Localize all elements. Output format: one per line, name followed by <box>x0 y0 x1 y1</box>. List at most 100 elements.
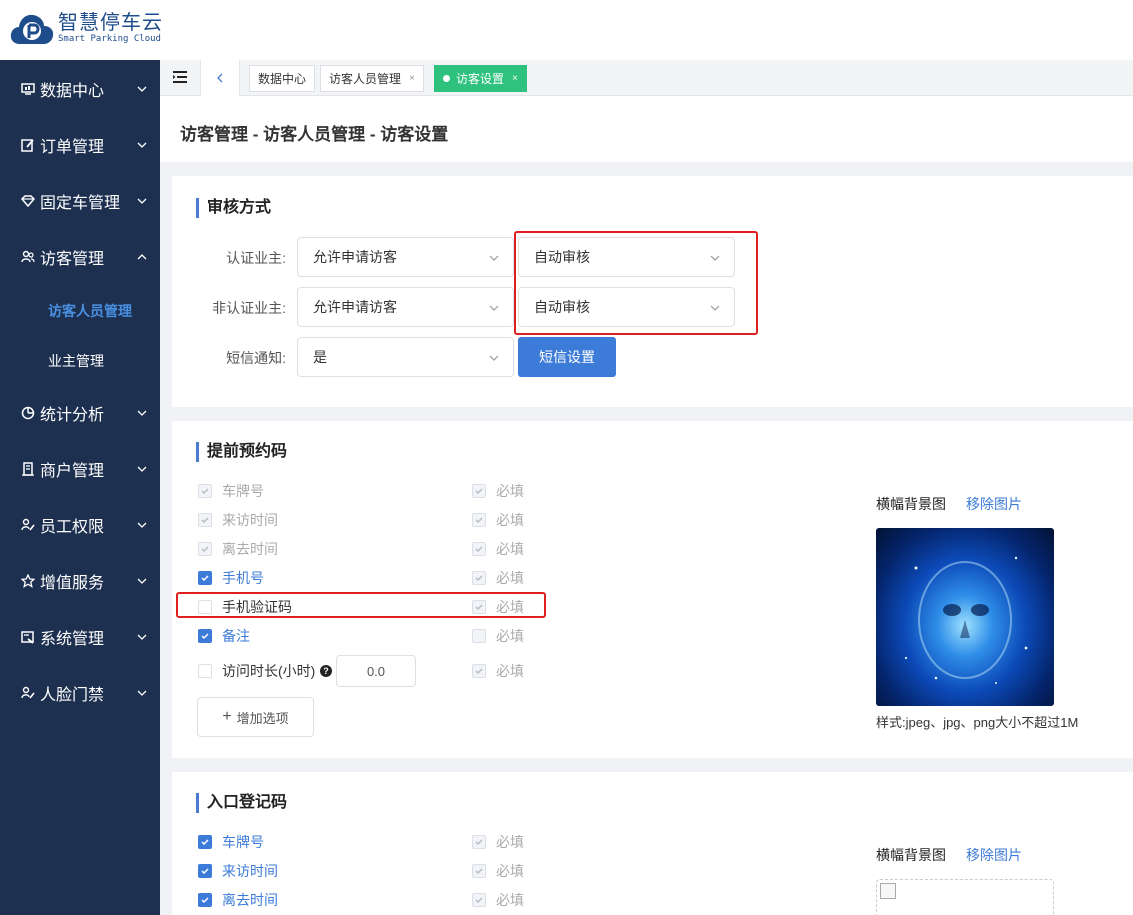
checkbox[interactable] <box>472 893 486 907</box>
checkbox[interactable] <box>472 629 486 643</box>
required-row-visit-time[interactable]: 必填 <box>472 510 524 530</box>
sidebar-item-data-center[interactable]: 数据中心 <box>0 69 160 109</box>
help-icon[interactable]: ? <box>320 665 332 677</box>
active-dot-icon <box>443 75 450 82</box>
field-label: 手机验证码 <box>222 599 292 615</box>
users-icon <box>21 250 35 264</box>
checkbox[interactable] <box>198 571 212 585</box>
required-label: 必填 <box>496 892 524 908</box>
tab-data-center[interactable]: 数据中心 <box>249 65 316 92</box>
sidebar-item-orders[interactable]: 订单管理 <box>0 125 160 165</box>
field-row-leave-time[interactable]: 离去时间 <box>198 890 278 910</box>
add-option-button[interactable]: + 增加选项 <box>197 697 314 737</box>
certified-owner-apply-select[interactable]: 允许申请访客 <box>297 237 514 277</box>
sidebar-item-value-added[interactable]: 增值服务 <box>0 561 160 601</box>
field-row-remark[interactable]: 备注 <box>198 626 250 646</box>
sidebar-sub-item-visitor-people[interactable]: 访客人员管理 <box>0 291 160 331</box>
tab-label: 访客人员管理 <box>329 72 402 86</box>
checkbox[interactable] <box>198 864 212 878</box>
field-row-visit-time[interactable]: 来访时间 <box>198 510 278 530</box>
advance-code-card: 提前预约码 车牌号 必填 来访时间 必填 离去时间 必填 手机号 必填 手机验证… <box>172 421 1133 758</box>
required-row-remark[interactable]: 必填 <box>472 626 524 646</box>
chevron-down-icon <box>489 255 499 261</box>
uncertified-owner-apply-select[interactable]: 允许申请访客 <box>297 287 514 327</box>
chevron-down-icon <box>137 690 147 696</box>
sidebar-sub-item-owners[interactable]: 业主管理 <box>0 341 160 381</box>
remove-image-link[interactable]: 移除图片 <box>966 494 1022 514</box>
chevron-down-icon <box>137 142 147 148</box>
field-row-plate[interactable]: 车牌号 <box>198 832 264 852</box>
close-icon[interactable]: × <box>409 73 415 84</box>
field-row-leave-time[interactable]: 离去时间 <box>198 539 278 559</box>
sms-notify-select[interactable]: 是 <box>297 337 514 377</box>
face-icon <box>21 686 35 700</box>
select-value: 允许申请访客 <box>313 299 397 315</box>
checkbox[interactable] <box>472 571 486 585</box>
checkbox[interactable] <box>472 600 486 614</box>
banner-background-image[interactable] <box>876 528 1054 706</box>
field-row-visit-time[interactable]: 来访时间 <box>198 861 278 881</box>
sidebar-item-merchants[interactable]: 商户管理 <box>0 449 160 489</box>
required-row-visit-time[interactable]: 必填 <box>472 861 524 881</box>
remove-image-link[interactable]: 移除图片 <box>966 845 1022 865</box>
sidebar-item-statistics[interactable]: 统计分析 <box>0 393 160 433</box>
checkbox[interactable] <box>198 629 212 643</box>
brand-slogan: Smart Parking Cloud <box>58 33 161 44</box>
plus-icon: + <box>222 708 232 725</box>
tabs-scroll-left-button[interactable] <box>200 60 240 96</box>
checkbox[interactable] <box>472 864 486 878</box>
required-row-phone[interactable]: 必填 <box>472 568 524 588</box>
checkbox[interactable] <box>472 513 486 527</box>
brand-logo[interactable]: 智慧停车云 Smart Parking Cloud <box>10 10 163 46</box>
field-row-sms-code[interactable]: 手机验证码 <box>198 597 292 617</box>
sms-settings-button[interactable]: 短信设置 <box>518 337 616 377</box>
certified-owner-audit-select[interactable]: 自动审核 <box>518 237 735 277</box>
building-icon <box>21 462 35 476</box>
edit-icon <box>21 138 35 152</box>
menu-toggle-icon[interactable] <box>172 69 188 85</box>
checkbox[interactable] <box>198 542 212 556</box>
select-value: 是 <box>313 349 327 365</box>
close-icon[interactable]: × <box>512 73 518 84</box>
required-row-sms-code[interactable]: 必填 <box>472 597 524 617</box>
checkbox[interactable] <box>472 835 486 849</box>
diamond-icon <box>21 194 35 208</box>
checkbox[interactable] <box>472 484 486 498</box>
tab-visitor-people[interactable]: 访客人员管理 × <box>320 65 424 92</box>
sidebar-item-label: 固定车管理 <box>40 195 121 212</box>
field-row-duration[interactable]: 访问时长(小时) <box>198 661 315 681</box>
tab-visitor-settings[interactable]: 访客设置 × <box>434 65 527 92</box>
checkbox[interactable] <box>198 513 212 527</box>
required-row-plate[interactable]: 必填 <box>472 481 524 501</box>
uncertified-owner-audit-select[interactable]: 自动审核 <box>518 287 735 327</box>
sidebar-item-visitors[interactable]: 访客管理 <box>0 237 160 277</box>
sidebar-item-system[interactable]: 系统管理 <box>0 617 160 657</box>
checkbox[interactable] <box>198 664 212 678</box>
duration-input[interactable]: 0.0 <box>336 655 416 687</box>
select-value: 自动审核 <box>534 299 590 315</box>
checkbox[interactable] <box>198 600 212 614</box>
checkbox[interactable] <box>198 835 212 849</box>
required-row-plate[interactable]: 必填 <box>472 832 524 852</box>
checkbox[interactable] <box>198 484 212 498</box>
field-row-plate[interactable]: 车牌号 <box>198 481 264 501</box>
checkbox[interactable] <box>472 664 486 678</box>
banner-image-placeholder[interactable] <box>876 879 1054 915</box>
tab-label: 数据中心 <box>258 72 307 86</box>
required-row-duration[interactable]: 必填 <box>472 661 524 681</box>
sidebar-item-staff-permissions[interactable]: 员工权限 <box>0 505 160 545</box>
field-label: 来访时间 <box>222 512 278 528</box>
checkbox[interactable] <box>198 893 212 907</box>
sidebar-item-label: 商户管理 <box>40 463 105 480</box>
field-row-phone[interactable]: 手机号 <box>198 568 264 588</box>
required-row-leave-time[interactable]: 必填 <box>472 890 524 910</box>
field-label: 手机号 <box>222 570 264 586</box>
sidebar-item-face-access[interactable]: 人脸门禁 <box>0 673 160 713</box>
checkbox[interactable] <box>472 542 486 556</box>
advance-code-title: 提前预约码 <box>196 442 287 462</box>
required-row-leave-time[interactable]: 必填 <box>472 539 524 559</box>
entry-code-title: 入口登记码 <box>196 793 287 813</box>
sms-notify-label: 短信通知: <box>226 350 286 366</box>
sidebar-item-fixed-vehicles[interactable]: 固定车管理 <box>0 181 160 221</box>
required-label: 必填 <box>496 834 524 850</box>
